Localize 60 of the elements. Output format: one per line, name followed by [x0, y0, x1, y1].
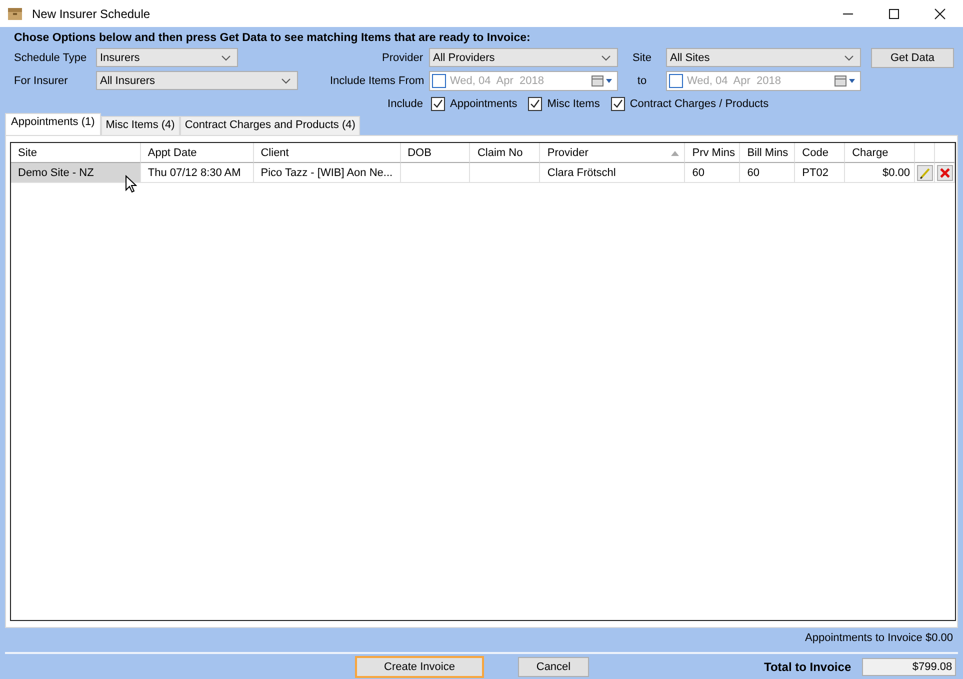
maximize-icon	[888, 8, 900, 20]
create-invoice-button[interactable]: Create Invoice	[355, 656, 484, 678]
total-field: $799.08	[862, 658, 956, 676]
calendar-icon	[591, 74, 613, 86]
field-label: For Insurer	[14, 74, 69, 86]
table-cell: Clara Frötschl	[540, 163, 686, 183]
dropdown-field[interactable]: All Insurers	[96, 71, 298, 90]
table-cell: Thu 07/12 8:30 AM	[140, 163, 254, 183]
tab[interactable]: Misc Items (4)	[100, 116, 180, 135]
table-cell: PT02	[795, 163, 846, 183]
column-header[interactable]: DOB	[400, 143, 470, 163]
checkbox[interactable]	[528, 96, 542, 110]
field-label: Provider	[381, 52, 424, 64]
delete-button[interactable]	[936, 164, 952, 180]
subtotal-text: Appointments to Invoice $0.00	[805, 632, 953, 646]
dropdown-field[interactable]: All Providers	[429, 48, 618, 67]
column-header[interactable]: Appt Date	[140, 143, 254, 163]
column-header[interactable]: Client	[254, 143, 401, 163]
instruction-text: Chose Options below and then press Get Data to see matching Items that are ready to Invoice:	[13, 31, 532, 46]
caret-icon	[844, 54, 854, 60]
get-data-button[interactable]: Get Data	[871, 48, 954, 68]
delete-icon	[938, 166, 950, 178]
close-icon	[934, 8, 946, 20]
cancel-button[interactable]: Cancel	[518, 657, 589, 677]
dropdown-field[interactable]: All Sites	[666, 48, 861, 67]
checkbox[interactable]	[610, 96, 625, 110]
caret-icon	[601, 54, 611, 60]
tab[interactable]: Appointments (1)	[5, 113, 101, 135]
checkbox[interactable]	[431, 96, 445, 110]
column-header[interactable]: Prv Mins	[685, 143, 740, 163]
column-header[interactable]: Charge	[845, 143, 916, 163]
column-header[interactable]: Bill Mins	[740, 143, 796, 163]
checkbox[interactable]	[669, 74, 683, 88]
table-cell: Demo Site - NZ	[11, 163, 141, 183]
field-label: to	[636, 74, 648, 86]
caret-icon	[221, 54, 231, 60]
calendar-icon	[834, 74, 856, 86]
table-cell: Pico Tazz - [WIB] Aon Ne...	[254, 163, 401, 183]
table-cell: $0.00	[845, 163, 916, 183]
caret-icon	[281, 78, 291, 84]
column-header[interactable]: Claim No	[470, 143, 540, 163]
total-label: Total to Invoice	[764, 660, 852, 674]
table-cell: 60	[685, 163, 740, 183]
checkbox-label: Misc Items	[547, 98, 600, 110]
pencil-icon	[918, 166, 931, 178]
checkbox[interactable]	[432, 74, 446, 88]
checkbox-label: Contract Charges / Products	[630, 98, 769, 110]
column-header[interactable]: Provider	[540, 143, 686, 163]
box-icon	[7, 6, 23, 20]
field-label: Schedule Type	[14, 52, 88, 64]
cursor-icon	[125, 175, 137, 194]
field-label: Include	[386, 98, 424, 110]
table-cell: 60	[740, 163, 796, 183]
tab[interactable]: Contract Charges and Products (4)	[180, 116, 360, 135]
dropdown-field[interactable]: Insurers	[96, 48, 238, 67]
column-header[interactable]: Code	[795, 143, 846, 163]
window-title: New Insurer Schedule	[32, 6, 152, 20]
field-label: Include Items From	[330, 74, 426, 86]
checkbox-label: Appointments	[450, 98, 518, 110]
field-label: Site	[632, 52, 652, 64]
